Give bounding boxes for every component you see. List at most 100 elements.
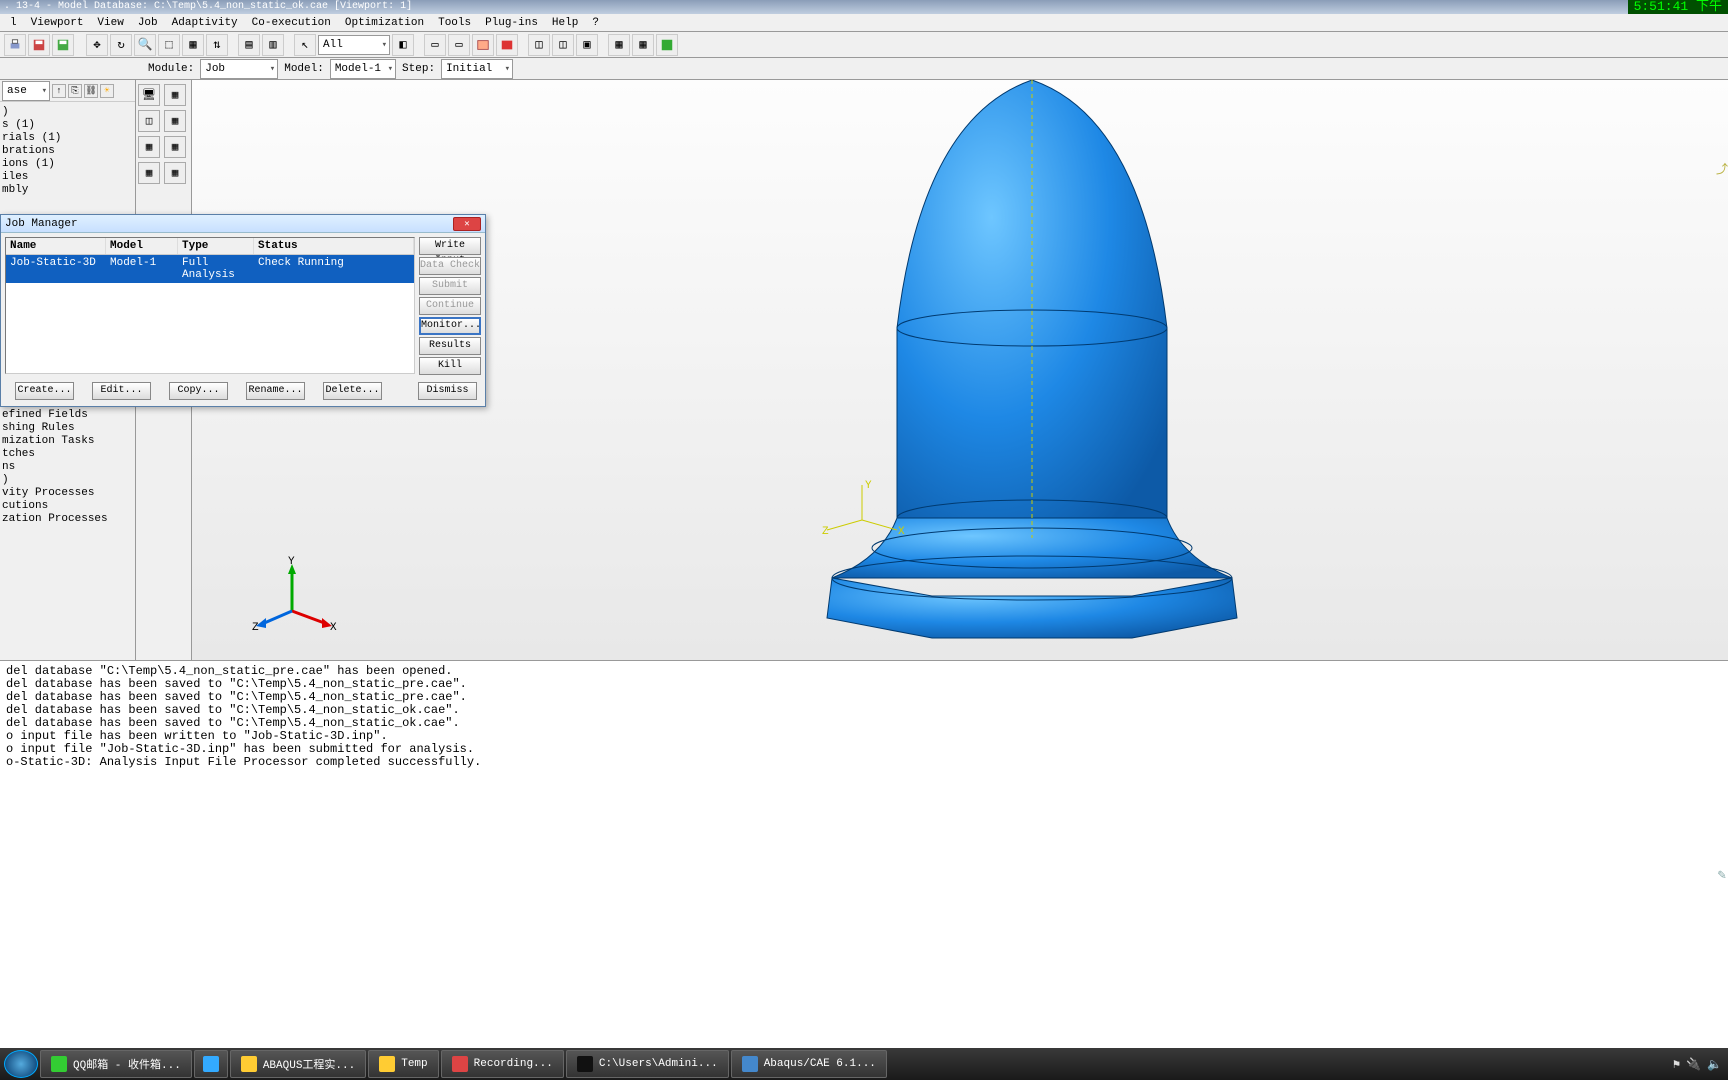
menu-item[interactable]: l: [4, 16, 23, 30]
menu-item[interactable]: Job: [132, 16, 164, 30]
tree-bulb-icon[interactable]: ☀: [100, 84, 114, 98]
taskbar-item[interactable]: C:\Users\Admini...: [566, 1050, 729, 1078]
rename-button[interactable]: Rename...: [246, 382, 305, 400]
copy-button[interactable]: Copy...: [169, 382, 228, 400]
hidden-icon[interactable]: ◫: [552, 34, 574, 56]
results-button[interactable]: Results: [419, 337, 481, 355]
tree-item[interactable]: mbly: [2, 184, 133, 197]
edit-button[interactable]: Edit...: [92, 382, 151, 400]
persp3-icon[interactable]: [656, 34, 678, 56]
tree-item[interactable]: ns: [2, 461, 133, 474]
menu-item[interactable]: Plug-ins: [479, 16, 544, 30]
menu-item[interactable]: Tools: [432, 16, 477, 30]
tree-item[interactable]: shing Rules: [2, 422, 133, 435]
box-red-icon[interactable]: [472, 34, 494, 56]
tree-item[interactable]: zation Processes: [2, 513, 133, 526]
pan-icon[interactable]: ✥: [86, 34, 108, 56]
select-icon[interactable]: ↖: [294, 34, 316, 56]
menu-item[interactable]: Adaptivity: [166, 16, 244, 30]
zoom-icon[interactable]: 🔍: [134, 34, 156, 56]
monitor-button[interactable]: Monitor...: [419, 317, 481, 335]
continue-button[interactable]: Continue: [419, 297, 481, 315]
close-icon[interactable]: ✕: [453, 217, 481, 231]
dialog-titlebar[interactable]: Job Manager ✕: [1, 215, 485, 233]
rotate-icon[interactable]: ↻: [110, 34, 132, 56]
tree-item[interactable]: ions (1): [2, 158, 133, 171]
tree-item[interactable]: mization Tasks: [2, 435, 133, 448]
tree-item[interactable]: rials (1): [2, 132, 133, 145]
tray-vol-icon[interactable]: 🔈: [1707, 1057, 1722, 1072]
misc-icon[interactable]: ▦: [138, 162, 160, 184]
tree-copy-icon[interactable]: ⎘: [68, 84, 82, 98]
tree-up-icon[interactable]: ↑: [52, 84, 66, 98]
menu-item[interactable]: View: [91, 16, 129, 30]
annotate-icon[interactable]: ✎: [1718, 867, 1726, 884]
menu-item[interactable]: Optimization: [339, 16, 430, 30]
tree-filter-combo[interactable]: ase: [2, 81, 50, 101]
taskbar-item[interactable]: Recording...: [441, 1050, 564, 1078]
menu-item[interactable]: Help: [546, 16, 584, 30]
grid2-icon[interactable]: ▥: [262, 34, 284, 56]
tree-item[interactable]: s (1): [2, 119, 133, 132]
adaptivity-icon[interactable]: ◫: [138, 110, 160, 132]
tray-flag-icon[interactable]: ⚑: [1673, 1057, 1680, 1072]
tray-net-icon[interactable]: 🔌: [1686, 1057, 1701, 1072]
menu-item[interactable]: Viewport: [25, 16, 90, 30]
submit-button[interactable]: Submit: [419, 277, 481, 295]
tree-item[interactable]: efined Fields: [2, 409, 133, 422]
box1-icon[interactable]: ▭: [424, 34, 446, 56]
persp1-icon[interactable]: ▦: [608, 34, 630, 56]
jobs-table[interactable]: Name Model Type Status Job-Static-3D Mod…: [5, 237, 415, 374]
system-tray[interactable]: ⚑ 🔌 🔈: [1673, 1057, 1722, 1072]
persp2-icon[interactable]: ▦: [632, 34, 654, 56]
shade-icon[interactable]: ▣: [576, 34, 598, 56]
box2-icon[interactable]: ▭: [448, 34, 470, 56]
model-combo[interactable]: Model-1: [330, 59, 396, 79]
model-tree[interactable]: ) s (1) rials (1) brations ions (1) iles…: [0, 102, 135, 201]
tree-item[interactable]: ): [2, 106, 133, 119]
message-area[interactable]: del database "C:\Temp\5.4_non_static_pre…: [0, 660, 1728, 810]
create-button[interactable]: Create...: [15, 382, 74, 400]
kill-button[interactable]: Kill: [419, 357, 481, 375]
tree-item[interactable]: cutions: [2, 500, 133, 513]
taskbar-item[interactable]: Temp: [368, 1050, 438, 1078]
fit-icon[interactable]: ▦: [182, 34, 204, 56]
coexec-icon[interactable]: ▦: [164, 110, 186, 132]
tree-link-icon[interactable]: ⛓: [84, 84, 98, 98]
box-red2-icon[interactable]: [496, 34, 518, 56]
tree-item[interactable]: tches: [2, 448, 133, 461]
selection-combo[interactable]: All: [318, 35, 390, 55]
wire-icon[interactable]: ◫: [528, 34, 550, 56]
data-check-button[interactable]: Data Check: [419, 257, 481, 275]
delete-button[interactable]: Delete...: [323, 382, 382, 400]
job-manager-icon[interactable]: ▦: [164, 84, 186, 106]
tree-item[interactable]: vity Processes: [2, 487, 133, 500]
step-combo[interactable]: Initial: [441, 59, 513, 79]
taskbar-item[interactable]: QQ邮箱 - 收件箱...: [40, 1050, 192, 1078]
model-tree-lower[interactable]: (3) efined Fields shing Rules mization T…: [0, 392, 135, 530]
taskbar-item[interactable]: [194, 1050, 228, 1078]
write-input-button[interactable]: Write Input: [419, 237, 481, 255]
print-icon[interactable]: [4, 34, 26, 56]
menu-item[interactable]: Co-execution: [246, 16, 337, 30]
menu-item[interactable]: ?: [586, 16, 605, 30]
tree-item[interactable]: brations: [2, 145, 133, 158]
job-create-icon[interactable]: 🖥: [138, 84, 160, 106]
tree-item[interactable]: iles: [2, 171, 133, 184]
dismiss-button[interactable]: Dismiss: [418, 382, 477, 400]
save-icon[interactable]: [28, 34, 50, 56]
opt-mgr-icon[interactable]: ▦: [164, 136, 186, 158]
start-button[interactable]: [4, 1050, 38, 1078]
tool-icon[interactable]: ◧: [392, 34, 414, 56]
grid-icon[interactable]: ▤: [238, 34, 260, 56]
table-row[interactable]: Job-Static-3D Model-1 Full Analysis Chec…: [6, 255, 414, 283]
zoom-box-icon[interactable]: ⬚: [158, 34, 180, 56]
opt-icon[interactable]: ▦: [138, 136, 160, 158]
swap-icon[interactable]: ⇅: [206, 34, 228, 56]
misc2-icon[interactable]: ▦: [164, 162, 186, 184]
taskbar-item[interactable]: Abaqus/CAE 6.1...: [731, 1050, 887, 1078]
taskbar-item[interactable]: ABAQUS工程实...: [230, 1050, 366, 1078]
module-combo[interactable]: Job: [200, 59, 278, 79]
tree-item[interactable]: ): [2, 474, 133, 487]
open-icon[interactable]: [52, 34, 74, 56]
